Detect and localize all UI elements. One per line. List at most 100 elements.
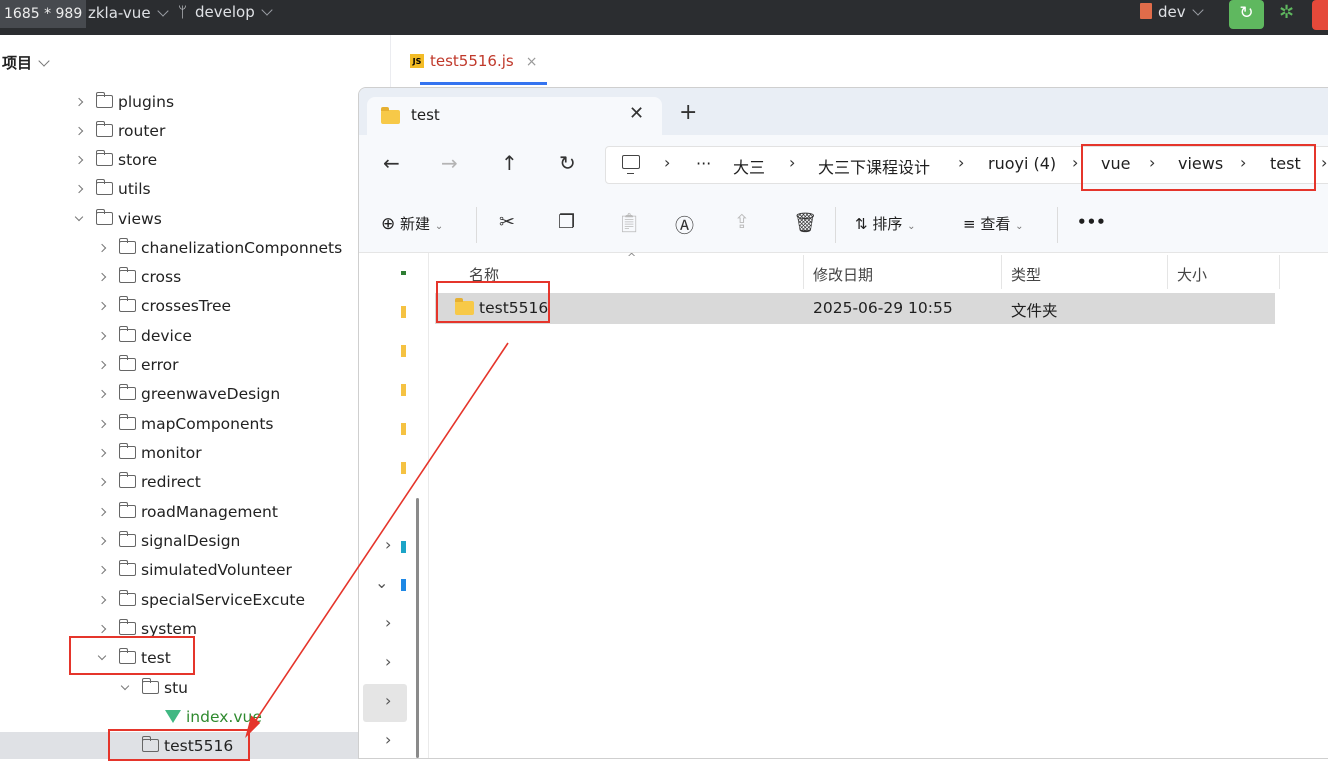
stop-button[interactable] xyxy=(1312,0,1328,30)
refresh-button[interactable]: ↻ xyxy=(559,152,576,174)
rerun-button[interactable]: ↻ xyxy=(1229,0,1264,29)
tree-item[interactable]: mapComponents xyxy=(97,410,274,440)
tree-item[interactable]: views xyxy=(74,205,162,235)
copy-icon[interactable]: ❐ xyxy=(558,211,575,233)
column-header-modified[interactable]: 修改日期 xyxy=(813,264,873,285)
chevron-right-icon[interactable]: › xyxy=(385,730,391,749)
folder-icon xyxy=(95,209,113,225)
nav-item-icon[interactable] xyxy=(401,423,406,435)
tree-item-label: utils xyxy=(118,180,151,198)
chevron-down-icon[interactable] xyxy=(74,206,96,235)
rename-icon[interactable]: Ⓐ xyxy=(675,211,694,238)
nav-item-icon[interactable] xyxy=(401,306,406,318)
back-button[interactable]: ← xyxy=(383,152,400,174)
tree-item[interactable]: greenwaveDesign xyxy=(97,380,281,410)
tree-item[interactable]: simulatedVolunteer xyxy=(97,556,292,586)
chevron-right-icon[interactable] xyxy=(74,176,96,205)
chevron-down-icon[interactable]: ⌄ xyxy=(375,573,388,592)
column-divider[interactable] xyxy=(1001,255,1002,289)
chevron-right-icon[interactable] xyxy=(74,147,96,176)
nav-item-icon[interactable] xyxy=(401,579,406,591)
tree-item[interactable]: roadManagement xyxy=(97,498,278,528)
tree-item[interactable]: cross xyxy=(97,263,181,293)
run-config-selector[interactable]: dev xyxy=(1140,0,1204,24)
chevron-right-icon[interactable]: › xyxy=(385,691,391,710)
nav-item-icon[interactable] xyxy=(401,271,406,275)
tree-item[interactable]: utils xyxy=(74,175,151,205)
arrow-right-icon: → xyxy=(441,151,458,175)
tree-item[interactable]: router xyxy=(74,117,165,147)
branch-selector[interactable]: ᛘ develop xyxy=(178,0,273,24)
sort-button[interactable]: ⇅ 排序 ⌄ xyxy=(855,213,916,234)
chevron-right-icon[interactable] xyxy=(97,469,119,498)
breadcrumb-item[interactable]: 大三 xyxy=(733,154,765,178)
nav-item-icon[interactable] xyxy=(401,384,406,396)
chevron-right-icon[interactable]: › xyxy=(385,535,391,554)
chevron-right-icon: › xyxy=(1072,153,1079,172)
tree-item[interactable]: stu xyxy=(120,674,188,704)
breadcrumb-item[interactable]: 大三下课程设计 xyxy=(818,154,930,178)
debug-icon[interactable]: ✲ xyxy=(1279,2,1294,23)
share-icon[interactable]: ⇪ xyxy=(734,211,750,233)
tree-item[interactable]: store xyxy=(74,146,157,176)
tree-item[interactable]: monitor xyxy=(97,439,202,469)
chevron-right-icon[interactable] xyxy=(97,440,119,469)
chevron-right-icon[interactable] xyxy=(74,89,96,118)
view-icon: ≡ xyxy=(963,215,976,233)
tree-item[interactable]: chanelizationComponnets xyxy=(97,234,342,264)
chevron-right-icon[interactable]: › xyxy=(385,613,391,632)
tree-item[interactable]: signalDesign xyxy=(97,527,240,557)
chevron-right-icon[interactable] xyxy=(97,528,119,557)
paste-icon[interactable]: 📋︎ xyxy=(617,211,641,234)
cut-icon[interactable]: ✂ xyxy=(499,211,515,233)
chevron-right-icon[interactable] xyxy=(97,352,119,381)
ide-title-bar: zkla-vue ᛘ develop dev ↻ ✲ 1685 * 989 xyxy=(0,0,1328,35)
tree-item[interactable]: index.vue xyxy=(145,703,262,732)
chevron-right-icon[interactable] xyxy=(97,381,119,410)
more-options-button[interactable]: ••• xyxy=(1077,213,1106,231)
tree-item[interactable]: error xyxy=(97,351,179,381)
chevron-down-icon[interactable] xyxy=(120,675,142,704)
new-button[interactable]: ⊕ 新建 ⌄ xyxy=(381,213,443,234)
close-icon[interactable]: ✕ xyxy=(629,103,644,124)
column-divider[interactable] xyxy=(1167,255,1168,289)
tree-item-label: greenwaveDesign xyxy=(141,385,281,403)
project-panel-title[interactable]: 项目 xyxy=(2,52,50,73)
chevron-right-icon[interactable] xyxy=(97,499,119,528)
up-button[interactable]: ↑ xyxy=(501,152,518,174)
breadcrumb-item[interactable]: ruoyi (4) xyxy=(988,154,1056,173)
chevron-right-icon[interactable] xyxy=(97,235,119,264)
editor-tab[interactable]: JS test5516.js × xyxy=(410,52,537,70)
tree-item[interactable]: redirect xyxy=(97,468,201,498)
chevron-right-icon[interactable] xyxy=(97,323,119,352)
chevron-right-icon[interactable] xyxy=(97,587,119,616)
tree-item-label: device xyxy=(141,327,192,345)
nav-item-icon[interactable] xyxy=(401,345,406,357)
nav-item-icon[interactable] xyxy=(401,462,406,474)
nav-item-icon[interactable] xyxy=(401,541,406,553)
close-icon[interactable]: × xyxy=(526,54,538,70)
tree-item[interactable]: crossesTree xyxy=(97,292,231,322)
new-tab-button[interactable]: + xyxy=(679,102,697,124)
project-selector[interactable]: zkla-vue xyxy=(88,0,169,26)
chevron-right-icon[interactable] xyxy=(97,557,119,586)
tree-item[interactable]: device xyxy=(97,322,192,352)
chevron-right-icon[interactable] xyxy=(97,411,119,440)
chevron-right-icon[interactable]: › xyxy=(385,652,391,671)
chevron-right-icon[interactable] xyxy=(74,118,96,147)
view-button[interactable]: ≡ 查看 ⌄ xyxy=(963,213,1024,234)
delete-icon[interactable]: 🗑︎ xyxy=(793,211,817,234)
tree-item[interactable]: plugins xyxy=(74,88,174,118)
chevron-right-icon[interactable] xyxy=(97,264,119,293)
column-divider[interactable] xyxy=(803,255,804,289)
tree-item[interactable]: specialServiceExcute xyxy=(97,586,305,616)
column-header-type[interactable]: 类型 xyxy=(1011,264,1041,285)
nav-pane-scrollbar[interactable] xyxy=(416,498,419,758)
column-header-size[interactable]: 大小 xyxy=(1177,264,1207,285)
forward-button[interactable]: → xyxy=(441,152,458,174)
chevron-right-icon[interactable] xyxy=(97,293,119,322)
column-divider[interactable] xyxy=(1279,255,1280,289)
breadcrumb-more[interactable]: ··· xyxy=(696,154,711,173)
file-row[interactable]: test5516 2025-06-29 10:55 文件夹 xyxy=(435,293,1275,324)
explorer-tab[interactable]: test ✕ xyxy=(367,97,662,135)
